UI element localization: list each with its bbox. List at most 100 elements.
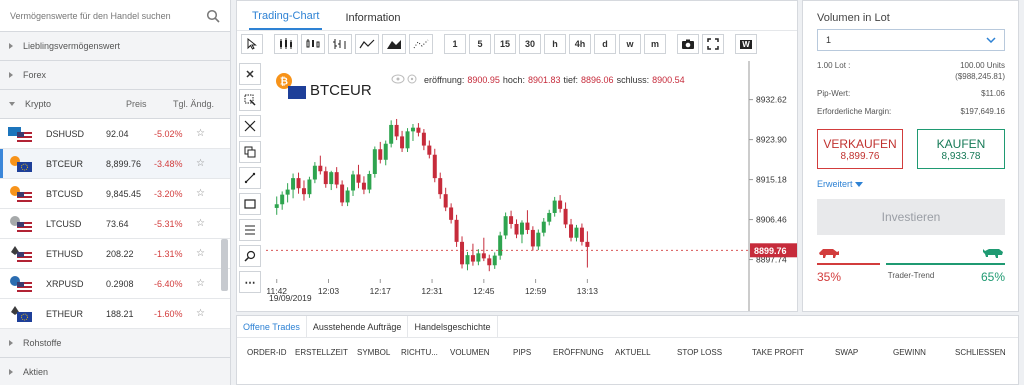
asset-row-etheur[interactable]: ETHEUR 188.21 -1.60% ☆ (0, 299, 230, 329)
col-current[interactable]: AKTUELL (615, 348, 651, 357)
candle-body (492, 255, 497, 266)
interval-30-button[interactable]: 30 (519, 34, 541, 54)
advanced-toggle[interactable]: Erweitert (817, 179, 864, 189)
category-favorites[interactable]: Lieblingsvermögenswert (0, 32, 230, 61)
list-scrollbar[interactable] (221, 239, 228, 291)
trendline-button[interactable] (239, 167, 261, 189)
candle (579, 223, 584, 246)
candle-body (552, 200, 557, 213)
col-direction[interactable]: RICHTU... (401, 348, 438, 357)
col-swap[interactable]: SWAP (835, 348, 858, 357)
tab-open-trades[interactable]: Offene Trades (237, 316, 307, 337)
col-take-profit[interactable]: TAKE PROFIT (752, 348, 804, 357)
favorite-star-icon[interactable]: ☆ (196, 278, 208, 289)
col-created[interactable]: ERSTELLZEIT (295, 348, 348, 357)
candle-body (514, 223, 519, 235)
high-value: 8901.83 (528, 75, 561, 85)
btc-eur-flag-icon (10, 155, 32, 172)
asset-row-btcusd[interactable]: BTCUSD 9,845.45 -3.20% ☆ (0, 179, 230, 209)
category-krypto[interactable]: Krypto Preis Tgl. Ändg. (0, 90, 230, 119)
asset-row-dshusd[interactable]: DSHUSD 92.04 -5.02% ☆ (0, 119, 230, 149)
asset-search[interactable]: Vermögenswerte für den Handel suchen (0, 0, 230, 32)
x-tick-label: 12:31 (421, 286, 443, 296)
clear-drawings-button[interactable]: ✕ (239, 63, 261, 85)
favorite-star-icon[interactable]: ☆ (196, 218, 208, 229)
pip-row: Pip-Wert: $11.06 (817, 89, 1005, 98)
search-icon[interactable] (206, 9, 220, 23)
category-forex[interactable]: Forex (0, 61, 230, 90)
screenshot-button[interactable] (677, 34, 699, 54)
pan-zoom-button[interactable] (239, 245, 261, 267)
tab-information[interactable]: Information (342, 12, 403, 30)
eye-toggle-icon[interactable] (391, 74, 405, 84)
hollow-candle-button[interactable] (301, 34, 325, 54)
col-pips[interactable]: PIPS (513, 348, 531, 357)
rectangle-button[interactable] (239, 193, 261, 215)
candle-body (519, 222, 524, 235)
lot-select[interactable]: 1 (817, 29, 1005, 51)
measure-button[interactable] (239, 115, 261, 137)
col-profit[interactable]: GEWINN (893, 348, 926, 357)
asset-symbol: XRPUSD (46, 278, 84, 289)
favorite-star-icon[interactable]: ☆ (196, 308, 208, 319)
candlestick-chart[interactable]: 8932.628923.908915.188906.468897.748899.… (266, 61, 798, 311)
favorite-star-icon[interactable]: ☆ (196, 248, 208, 259)
col-opening[interactable]: ERÖFFNUNG (553, 348, 604, 357)
crosshair-zoom-button[interactable] (239, 89, 261, 111)
candle (470, 243, 475, 266)
candle-body (421, 132, 426, 146)
interval-h-button[interactable]: h (544, 34, 566, 54)
current-price-label: 8899.76 (754, 246, 787, 256)
line-chart-button[interactable] (355, 34, 379, 54)
fullscreen-button[interactable] (702, 34, 724, 54)
interval-d-button[interactable]: d (594, 34, 616, 54)
tab-pending-orders[interactable]: Ausstehende Aufträge (307, 316, 409, 337)
interval-5-button[interactable]: 5 (469, 34, 491, 54)
bar-chart-button[interactable] (328, 34, 352, 54)
favorite-star-icon[interactable]: ☆ (196, 128, 208, 139)
interval-15-button[interactable]: 15 (494, 34, 516, 54)
favorite-star-icon[interactable]: ☆ (196, 188, 208, 199)
x-tick-label: 12:03 (318, 286, 340, 296)
buy-button[interactable]: KAUFEN 8,933.78 (917, 129, 1005, 169)
asset-row-xrpusd[interactable]: XRPUSD 0.2908 -6.40% ☆ (0, 269, 230, 299)
cursor-tool-button[interactable] (241, 34, 263, 54)
more-tools-button[interactable]: ⋯ (239, 271, 261, 293)
invest-button[interactable]: Investieren (817, 199, 1005, 235)
settings-icon[interactable] (407, 74, 417, 84)
lot-value: 1 (826, 35, 832, 45)
dot-chart-button[interactable] (409, 34, 433, 54)
tab-trading-chart[interactable]: Trading-Chart (249, 10, 323, 30)
category-rohstoffe[interactable]: Rohstoffe (0, 329, 230, 358)
col-volume[interactable]: VOLUMEN (450, 348, 490, 357)
candle-body (285, 189, 290, 195)
search-input[interactable]: Vermögenswerte für den Handel suchen (10, 11, 171, 21)
asset-row-btceur[interactable]: BTCEUR 8,899.76 -3.48% ☆ (0, 149, 230, 179)
xrp-usd-flag-icon (10, 275, 32, 292)
asset-row-ethusd[interactable]: ETHUSD 208.22 -1.31% ☆ (0, 239, 230, 269)
asset-symbol: ETHUSD (46, 248, 84, 259)
y-tick-label: 8932.62 (756, 95, 787, 105)
sell-button[interactable]: VERKAUFEN 8,899.76 (817, 129, 903, 169)
candle-body (558, 200, 563, 209)
line-chart-icon (359, 39, 375, 49)
watermark-button[interactable]: W (735, 34, 757, 54)
asset-row-ltcusd[interactable]: LTCUSD 73.64 -5.31% ☆ (0, 209, 230, 239)
candle (378, 141, 383, 164)
copy-button[interactable] (239, 141, 261, 163)
area-chart-button[interactable] (382, 34, 406, 54)
col-symbol[interactable]: SYMBOL (357, 348, 390, 357)
col-order-id[interactable]: ORDER-ID (247, 348, 287, 357)
category-aktien[interactable]: Aktien (0, 358, 230, 385)
col-stop-loss[interactable]: STOP LOSS (677, 348, 722, 357)
favorite-star-icon[interactable]: ☆ (196, 158, 208, 169)
fib-lines-button[interactable] (239, 219, 261, 241)
interval-m-button[interactable]: m (644, 34, 666, 54)
interval-w-button[interactable]: w (619, 34, 641, 54)
candle (569, 218, 574, 242)
candle-chart-button[interactable] (274, 34, 298, 54)
interval-1-button[interactable]: 1 (444, 34, 466, 54)
tab-trade-history[interactable]: Handelsgeschichte (408, 316, 498, 337)
col-close[interactable]: SCHLIESSEN (955, 348, 1006, 357)
interval-4h-button[interactable]: 4h (569, 34, 591, 54)
